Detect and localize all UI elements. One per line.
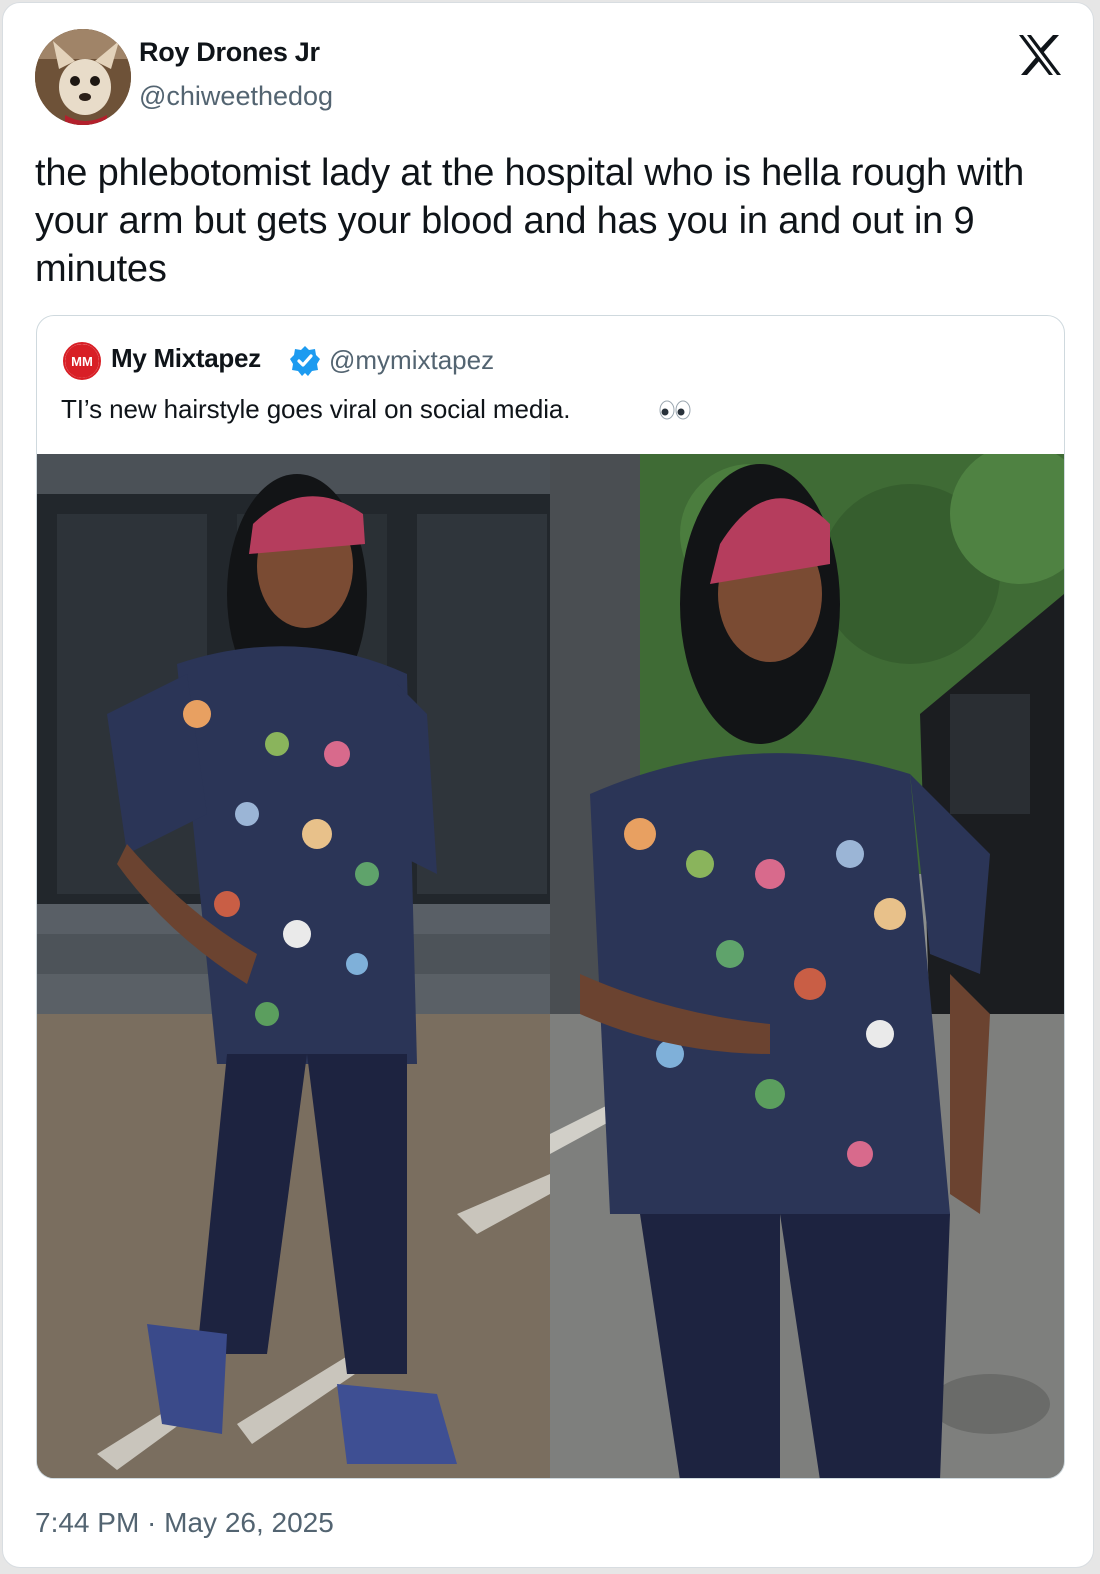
mm-logo-icon: MM <box>65 344 99 378</box>
quote-author-name[interactable]: My Mixtapez <box>111 343 261 374</box>
mymixtapez-logo: MM <box>63 342 101 380</box>
logo-text: MM <box>71 354 93 369</box>
man-walking-photo <box>37 454 550 1478</box>
quote-author-handle[interactable]: @mymixtapez <box>329 345 494 376</box>
quote-text: TI’s new hairstyle goes viral on social … <box>61 394 571 424</box>
tweet-text: the phlebotomist lady at the hospital wh… <box>35 152 1025 290</box>
author-handle[interactable]: @chiweethedog <box>139 81 333 112</box>
tweet-card[interactable]: Roy Drones Jr @chiweethedog the phleboto… <box>2 2 1094 1568</box>
quote-photo-left[interactable] <box>37 454 550 1478</box>
x-logo-icon[interactable] <box>1017 33 1063 77</box>
tweet-timestamp[interactable]: 7:44 PM · May 26, 2025 <box>35 1507 334 1539</box>
quoted-tweet[interactable]: MM My Mixtapez @mymixtapez TI’s new hair… <box>36 315 1065 1479</box>
chihuahua-avatar-icon <box>35 29 131 125</box>
author-avatar[interactable] <box>35 29 131 125</box>
man-standing-photo <box>550 454 1064 1478</box>
author-name[interactable]: Roy Drones Jr <box>139 37 320 68</box>
verified-badge-icon <box>290 346 320 376</box>
quote-photo-right[interactable] <box>550 454 1064 1478</box>
eyes-emoji-icon <box>659 400 691 420</box>
